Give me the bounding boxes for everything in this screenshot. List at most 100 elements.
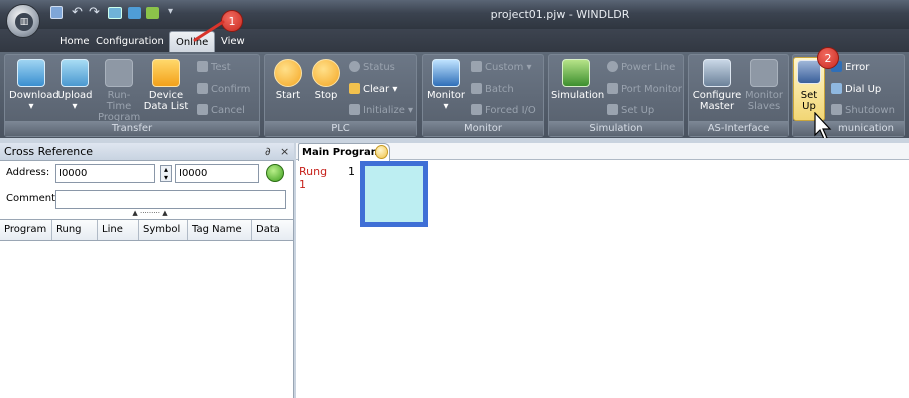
runtime-program-button[interactable]: Run-Time Program bbox=[98, 59, 140, 123]
status-label: Status bbox=[363, 62, 395, 73]
start-button[interactable]: Start bbox=[269, 59, 307, 101]
tab-main-program[interactable]: Main Program bbox=[298, 143, 390, 161]
dial-up-button[interactable]: Dial Up bbox=[831, 83, 881, 96]
simulation-button[interactable]: Simulation bbox=[551, 59, 605, 101]
communication-group-label: munication bbox=[793, 121, 904, 136]
confirm-icon bbox=[197, 83, 208, 94]
custom-button[interactable]: Custom ▾ bbox=[471, 61, 532, 74]
simulation-setup-label: Set Up bbox=[621, 105, 655, 116]
simulation-group-label: Simulation bbox=[549, 121, 683, 136]
port-monitor-button[interactable]: Port Monitor bbox=[607, 83, 682, 96]
clear-button[interactable]: Clear ▾ bbox=[349, 83, 397, 96]
communication-setup-label: Set Up bbox=[800, 90, 818, 112]
ladder-cell-selected[interactable] bbox=[360, 161, 428, 227]
power-line-button[interactable]: Power Line bbox=[607, 61, 675, 74]
upload-button[interactable]: Upload ▾ bbox=[55, 59, 95, 112]
upload-quick-icon[interactable] bbox=[146, 7, 159, 19]
go-icon[interactable] bbox=[266, 164, 284, 182]
batch-button[interactable]: Batch bbox=[471, 83, 514, 96]
customize-dropdown-icon[interactable]: ▾ bbox=[168, 6, 173, 17]
custom-label: Custom bbox=[485, 62, 524, 73]
shutdown-button[interactable]: Shutdown bbox=[831, 104, 895, 117]
monitor-slaves-label-2: Slaves bbox=[747, 101, 781, 112]
device-label-1: Device bbox=[148, 90, 184, 101]
column-header-data[interactable]: Data bbox=[252, 220, 293, 240]
rung-label: Rung bbox=[299, 165, 328, 178]
column-header-program[interactable]: Program bbox=[0, 220, 52, 240]
download-label: Download bbox=[9, 90, 59, 101]
runtime-label-1: Run-Time bbox=[106, 90, 132, 112]
setup-icon bbox=[607, 104, 618, 115]
window-title: project01.pjw - WINDLDR bbox=[490, 8, 630, 21]
simulation-icon bbox=[562, 59, 590, 87]
phone-icon bbox=[831, 83, 842, 94]
address-input[interactable]: I0000 bbox=[55, 164, 155, 183]
upload-label: Upload bbox=[57, 90, 93, 101]
initialize-icon bbox=[349, 104, 360, 115]
program-file-icon bbox=[375, 145, 388, 159]
test-button[interactable]: Test bbox=[197, 61, 231, 74]
cancel-icon bbox=[197, 104, 208, 115]
comment-label: Comment bbox=[6, 193, 55, 204]
app-logo[interactable]: ▥ bbox=[6, 4, 40, 38]
monitor-quick-icon[interactable] bbox=[108, 7, 122, 19]
column-header-rung[interactable]: Rung bbox=[52, 220, 98, 240]
monitor-button[interactable]: Monitor ▾ bbox=[426, 59, 466, 112]
power-line-icon bbox=[607, 61, 618, 72]
stop-label: Stop bbox=[314, 90, 338, 101]
callout-badge-2: 2 bbox=[817, 47, 839, 69]
forced-io-button[interactable]: Forced I/O bbox=[471, 104, 536, 117]
device-data-list-button[interactable]: Device Data List bbox=[143, 59, 189, 112]
download-button[interactable]: Download ▾ bbox=[9, 59, 59, 112]
status-button[interactable]: Status bbox=[349, 61, 395, 74]
address-input-end[interactable]: I0000 bbox=[175, 164, 259, 183]
monitor-slaves-button[interactable]: Monitor Slaves bbox=[741, 59, 787, 112]
column-header-tag-name[interactable]: Tag Name bbox=[188, 220, 252, 240]
runtime-program-icon bbox=[105, 59, 133, 87]
save-icon[interactable] bbox=[50, 6, 63, 19]
transfer-group: Download ▾ Upload ▾ Run-Time Program Devic… bbox=[4, 54, 260, 137]
configure-label-1: Configure bbox=[692, 90, 742, 101]
pin-icon[interactable]: ∂ bbox=[265, 143, 271, 161]
main-program-tab-label: Main Program bbox=[302, 147, 382, 158]
column-header-symbol[interactable]: Symbol bbox=[139, 220, 188, 240]
cancel-button[interactable]: Cancel bbox=[197, 104, 245, 117]
forced-io-icon bbox=[471, 104, 482, 115]
port-monitor-label: Port Monitor bbox=[621, 84, 683, 95]
initialize-button[interactable]: Initialize ▾ bbox=[349, 104, 413, 117]
title-bar: ▥ ↶ ↷ ▾ project01.pjw - WINDLDR bbox=[0, 0, 909, 38]
configure-master-button[interactable]: Configure Master bbox=[692, 59, 742, 112]
undo-icon[interactable]: ↶ bbox=[72, 5, 83, 20]
simulation-label: Simulation bbox=[551, 90, 605, 101]
test-label: Test bbox=[211, 62, 231, 73]
clear-label: Clear bbox=[363, 84, 390, 95]
close-icon[interactable]: × bbox=[280, 143, 289, 161]
stop-button[interactable]: Stop bbox=[307, 59, 345, 101]
shutdown-label: Shutdown bbox=[845, 105, 895, 116]
start-label: Start bbox=[275, 90, 301, 101]
simulation-setup-button[interactable]: Set Up bbox=[607, 104, 654, 117]
address-spin-icon[interactable]: ▴ ▾ bbox=[160, 165, 172, 182]
port-monitor-icon bbox=[607, 83, 618, 94]
redo-icon[interactable]: ↷ bbox=[89, 5, 100, 20]
comment-input[interactable] bbox=[55, 190, 286, 209]
rung-index: 1 bbox=[299, 178, 306, 191]
monitor-group-label: Monitor bbox=[423, 121, 543, 136]
device-data-list-icon bbox=[152, 59, 180, 87]
tab-configuration[interactable]: Configuration bbox=[90, 31, 170, 52]
splitter-handle[interactable]: ▲ ········· ▲ bbox=[110, 209, 190, 217]
simulation-group: Simulation Power Line Port Monitor Set U… bbox=[548, 54, 684, 137]
download-icon bbox=[17, 59, 45, 87]
column-header-line[interactable]: Line bbox=[98, 220, 139, 240]
transfer-group-label: Transfer bbox=[5, 121, 259, 136]
batch-label: Batch bbox=[485, 84, 514, 95]
error-label: Error bbox=[845, 62, 870, 73]
custom-icon bbox=[471, 61, 482, 72]
as-interface-group-label: AS-Interface bbox=[689, 121, 788, 136]
download-quick-icon[interactable] bbox=[128, 7, 141, 19]
test-icon bbox=[197, 61, 208, 72]
plc-group-label: PLC bbox=[265, 121, 416, 136]
monitor-slaves-label-1: Monitor bbox=[744, 90, 783, 101]
confirm-button[interactable]: Confirm bbox=[197, 83, 250, 96]
power-line-label: Power Line bbox=[621, 62, 676, 73]
